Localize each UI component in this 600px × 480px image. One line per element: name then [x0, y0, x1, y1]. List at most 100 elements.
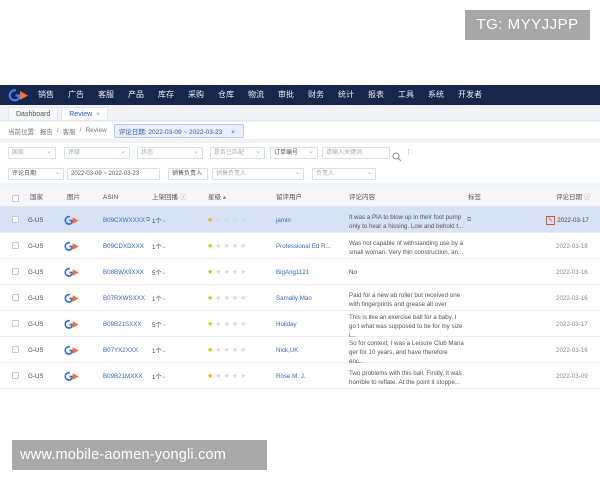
- cell-qty[interactable]: 1个 ⌄: [152, 337, 167, 363]
- sales-owner-select[interactable]: 销售负责人: [168, 168, 208, 180]
- nav-item-developer[interactable]: 开发者: [458, 85, 482, 105]
- search-input[interactable]: 请输入关键词: [322, 147, 390, 159]
- matched-select[interactable]: 是否已匹配: [210, 147, 265, 159]
- table-row[interactable]: G-US B08BWX9XXX 5个 ⌄ ★ ★ ★ ★ ★ BigAng1121 No …: [0, 259, 600, 285]
- owner-select[interactable]: 销售负责人: [212, 168, 304, 180]
- row-checkbox[interactable]: [12, 372, 19, 379]
- copy-icon[interactable]: ⧉: [146, 216, 150, 224]
- col-listing[interactable]: 上架回播 ⓘ: [152, 189, 186, 207]
- country-select[interactable]: 国家: [8, 147, 56, 159]
- brand-logo[interactable]: [0, 85, 38, 105]
- cell-qty[interactable]: 1个 ⌄: [152, 207, 167, 233]
- cell-asin[interactable]: B07RXWSXXX: [103, 285, 145, 311]
- product-thumbnail[interactable]: [64, 285, 80, 311]
- row-checkbox[interactable]: [12, 242, 19, 249]
- nav-item-purchasing[interactable]: 采购: [188, 85, 204, 105]
- table-row[interactable]: G-US B09B21SXXX 5个 ⌄ ★ ★ ★ ★ ★ Holiday This i…: [0, 311, 600, 337]
- cell-reviewer[interactable]: Rose M. J.: [276, 363, 306, 389]
- cell-review[interactable]: This is like an exercise ball for a baby…: [349, 311, 464, 338]
- cell-asin[interactable]: B09CXWXXXX ⧉: [103, 207, 150, 233]
- date-type-select[interactable]: 评论日期: [8, 168, 64, 180]
- product-thumbnail[interactable]: [64, 363, 80, 389]
- table-row[interactable]: G-US B09B21MXXX 1个 ⌄ ★ ★ ★ ★ ★ Rose M. J. Two…: [0, 363, 600, 389]
- cell-qty[interactable]: 1个 ⌄: [152, 233, 167, 259]
- cell-reviewer[interactable]: Samally Mao: [276, 285, 312, 311]
- nav-item-finance[interactable]: 财务: [308, 85, 324, 105]
- help-icon: ⓘ: [179, 194, 187, 201]
- nav-item-system[interactable]: 系统: [428, 85, 444, 105]
- sort-icon[interactable]: ▴: [223, 194, 226, 201]
- assignee-select[interactable]: 负责人: [312, 168, 376, 180]
- breadcrumb-item[interactable]: 报告: [40, 126, 53, 136]
- product-thumbnail[interactable]: [64, 311, 80, 337]
- col-reviewer[interactable]: 留评用户: [276, 189, 302, 207]
- date-range-picker[interactable]: 2022-03-09 ~ 2022-03-23: [67, 168, 160, 180]
- cell-asin[interactable]: B08BWX9XXX: [103, 259, 144, 285]
- cell-qty[interactable]: 1个 ⌄: [152, 363, 167, 389]
- nav-item-ads[interactable]: 广告: [68, 85, 84, 105]
- status-select[interactable]: 状态: [137, 147, 203, 159]
- nav-item-approval[interactable]: 审批: [278, 85, 294, 105]
- product-thumbnail[interactable]: [64, 259, 80, 285]
- close-icon[interactable]: ×: [96, 112, 100, 118]
- nav-item-inventory[interactable]: 库存: [158, 85, 174, 105]
- breadcrumb-separator: /: [79, 127, 82, 134]
- product-thumbnail[interactable]: [64, 207, 80, 233]
- col-asin[interactable]: ASIN: [103, 189, 118, 207]
- nav-item-reports[interactable]: 报表: [368, 85, 384, 105]
- cell-reviewer[interactable]: BigAng1121: [276, 259, 309, 285]
- col-rating[interactable]: 星级 ▴: [208, 189, 226, 207]
- asin-link[interactable]: B09CXWXXXX: [103, 217, 145, 224]
- close-icon[interactable]: ×: [231, 129, 235, 136]
- table-row[interactable]: G-US B09CDXDXXX 1个 ⌄ ★ ★ ★ ★ ★ Professional E…: [0, 233, 600, 259]
- table-row[interactable]: G-US B07RXWSXXX 1个 ⌄ ★ ★ ★ ★ ★ Samally Mao Pa…: [0, 285, 600, 311]
- rating-select[interactable]: 评级: [64, 147, 130, 159]
- cell-reviewer[interactable]: jamin: [276, 207, 291, 233]
- col-country[interactable]: 国家: [30, 189, 43, 207]
- col-date[interactable]: 评论日期 ⓘ: [556, 189, 590, 207]
- nav-item-logistics[interactable]: 物流: [248, 85, 264, 105]
- nav-item-products[interactable]: 产品: [128, 85, 144, 105]
- nav-item-customer-service[interactable]: 客服: [98, 85, 114, 105]
- search-icon[interactable]: [392, 147, 404, 162]
- cell-review[interactable]: Paid for a new ab roller but received on…: [349, 285, 464, 311]
- star-icon: ★: [231, 269, 239, 276]
- tab-dashboard[interactable]: Dashboard: [8, 107, 59, 120]
- cell-qty[interactable]: 5个 ⌄: [152, 311, 167, 337]
- row-checkbox[interactable]: [12, 216, 19, 223]
- cell-review[interactable]: Two problems with this ball. Firstly, it…: [349, 363, 464, 389]
- row-checkbox[interactable]: [12, 346, 19, 353]
- cell-asin[interactable]: B07YX2XXX: [103, 337, 138, 363]
- more-options-icon[interactable]: ⋮: [405, 148, 412, 156]
- nav-item-tools[interactable]: 工具: [398, 85, 414, 105]
- row-checkbox[interactable]: [12, 320, 19, 327]
- cell-qty[interactable]: 5个 ⌄: [152, 259, 167, 285]
- edit-icon[interactable]: ✎: [546, 215, 556, 225]
- tab-review[interactable]: Review ×: [61, 107, 108, 120]
- product-thumbnail[interactable]: [64, 337, 80, 363]
- cell-review[interactable]: Was not capable of withstanding use by a…: [349, 233, 464, 259]
- cell-reviewer[interactable]: Nick,UK: [276, 337, 298, 363]
- nav-item-sales[interactable]: 销售: [38, 85, 54, 105]
- cell-reviewer[interactable]: Professional Ed R...: [276, 233, 331, 259]
- cell-review[interactable]: It was a PIA to blow up in their foot pu…: [349, 207, 464, 233]
- cell-reviewer[interactable]: Holiday: [276, 311, 297, 337]
- cell-review[interactable]: So for context; I was a Leisure Club Man…: [349, 337, 464, 364]
- row-checkbox[interactable]: [12, 294, 19, 301]
- select-all-checkbox[interactable]: [12, 195, 19, 202]
- cell-asin[interactable]: B09B21SXXX: [103, 311, 142, 337]
- table-row[interactable]: G-US B07YX2XXX 1个 ⌄ ★ ★ ★ ★ ★ Nick,UK So for …: [0, 337, 600, 363]
- cell-asin[interactable]: B09CDXDXXX: [103, 233, 144, 259]
- star-icon: ★: [215, 321, 222, 328]
- copy-icon[interactable]: ⧉: [467, 207, 471, 233]
- row-checkbox[interactable]: [12, 268, 19, 275]
- product-thumbnail[interactable]: [64, 233, 80, 259]
- order-number-select[interactable]: 订单编号: [270, 147, 318, 159]
- cell-qty[interactable]: 1个 ⌄: [152, 285, 167, 311]
- breadcrumb-item[interactable]: 客服: [63, 126, 76, 136]
- cell-review[interactable]: No: [349, 259, 464, 285]
- nav-item-statistics[interactable]: 统计: [338, 85, 354, 105]
- table-row[interactable]: G-US B09CXWXXXX ⧉ 1个 ⌄ ★ ★ ★ ★ ★ jamin It was …: [0, 207, 600, 233]
- nav-item-warehouse[interactable]: 仓库: [218, 85, 234, 105]
- cell-asin[interactable]: B09B21MXXX: [103, 363, 143, 389]
